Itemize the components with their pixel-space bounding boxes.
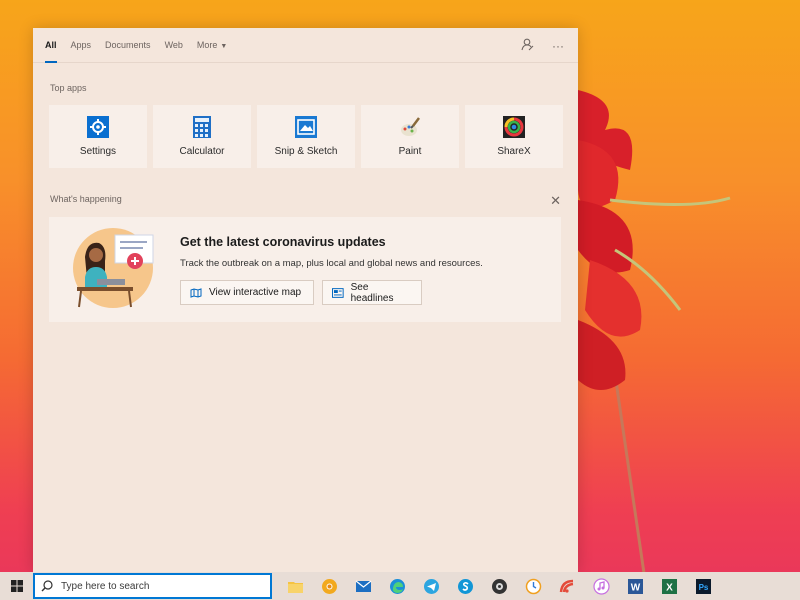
app-tile-settings[interactable]: Settings xyxy=(49,105,147,168)
file-explorer-icon[interactable] xyxy=(284,575,307,598)
view-interactive-map-label: View interactive map xyxy=(209,287,302,298)
tab-more[interactable]: More ▼ xyxy=(197,28,227,63)
taskbar-search-input[interactable]: Type here to search xyxy=(33,573,272,599)
app-tile-calculator[interactable]: Calculator xyxy=(153,105,251,168)
close-icon[interactable]: ✕ xyxy=(550,193,561,209)
tab-apps[interactable]: Apps xyxy=(71,28,92,63)
svg-text:Ps: Ps xyxy=(699,583,709,592)
more-options-icon[interactable]: ··· xyxy=(552,39,564,53)
svg-text:W: W xyxy=(631,582,641,593)
view-interactive-map-button[interactable]: View interactive map xyxy=(180,280,314,305)
windows-icon xyxy=(10,580,23,592)
whats-happening-label: What's happening xyxy=(50,194,122,204)
see-headlines-button[interactable]: See headlines xyxy=(322,280,422,305)
app-name: Snip & Sketch xyxy=(274,146,338,157)
photoshop-icon[interactable]: Ps xyxy=(692,575,715,598)
sharex-icon xyxy=(503,116,525,138)
taskbar-apps: W X Ps xyxy=(284,575,715,598)
news-title: Get the latest coronavirus updates xyxy=(180,235,386,249)
search-tabs: All Apps Documents Web More ▼ ··· xyxy=(33,28,578,63)
app-name: Calculator xyxy=(179,146,225,157)
tab-actions: ··· xyxy=(521,28,564,63)
news-icon xyxy=(332,287,344,298)
news-illustration xyxy=(73,228,154,308)
search-placeholder: Type here to search xyxy=(61,580,150,592)
app-name: Paint xyxy=(398,146,422,157)
search-icon xyxy=(41,580,53,592)
clock-app-icon[interactable] xyxy=(522,575,545,598)
app-icon[interactable] xyxy=(556,575,579,598)
taskbar: Type here to search W X Ps xyxy=(0,572,800,600)
tab-more-label: More xyxy=(196,39,218,50)
telegram-icon[interactable] xyxy=(420,575,443,598)
tab-all[interactable]: All xyxy=(45,28,57,63)
tab-documents[interactable]: Documents xyxy=(105,28,151,63)
paint-icon xyxy=(401,117,420,136)
settings-icon xyxy=(87,116,109,138)
itunes-icon[interactable] xyxy=(590,575,613,598)
see-headlines-label: See headlines xyxy=(350,281,394,304)
mail-icon[interactable] xyxy=(352,575,375,598)
app-tile-snip-sketch[interactable]: Snip & Sketch xyxy=(257,105,355,168)
snip-sketch-icon xyxy=(295,116,317,138)
calculator-icon xyxy=(193,116,211,138)
app-tile-paint[interactable]: Paint xyxy=(361,105,459,168)
svg-text:X: X xyxy=(666,582,673,593)
chrome-canary-icon[interactable] xyxy=(318,575,341,598)
app-name: ShareX xyxy=(497,146,531,157)
excel-icon[interactable]: X xyxy=(658,575,681,598)
top-apps-label: Top apps xyxy=(50,83,87,93)
wallpaper-flower xyxy=(578,90,731,580)
edge-icon[interactable] xyxy=(386,575,409,598)
app-name: Settings xyxy=(79,146,117,157)
chevron-down-icon: ▼ xyxy=(220,42,228,50)
map-icon xyxy=(190,287,202,298)
word-icon[interactable]: W xyxy=(624,575,647,598)
news-card: Get the latest coronavirus updates Track… xyxy=(49,217,561,322)
app-icon[interactable] xyxy=(488,575,511,598)
start-button[interactable] xyxy=(0,572,33,600)
news-subtitle: Track the outbreak on a map, plus local … xyxy=(180,258,483,269)
tab-web[interactable]: Web xyxy=(165,28,183,63)
top-apps-list: Settings Calculator Snip & Sketch Paint … xyxy=(49,105,563,168)
skype-icon[interactable] xyxy=(454,575,477,598)
search-panel: All Apps Documents Web More ▼ ··· Top app… xyxy=(33,28,578,572)
feedback-icon[interactable] xyxy=(521,38,534,54)
app-tile-sharex[interactable]: ShareX xyxy=(465,105,563,168)
